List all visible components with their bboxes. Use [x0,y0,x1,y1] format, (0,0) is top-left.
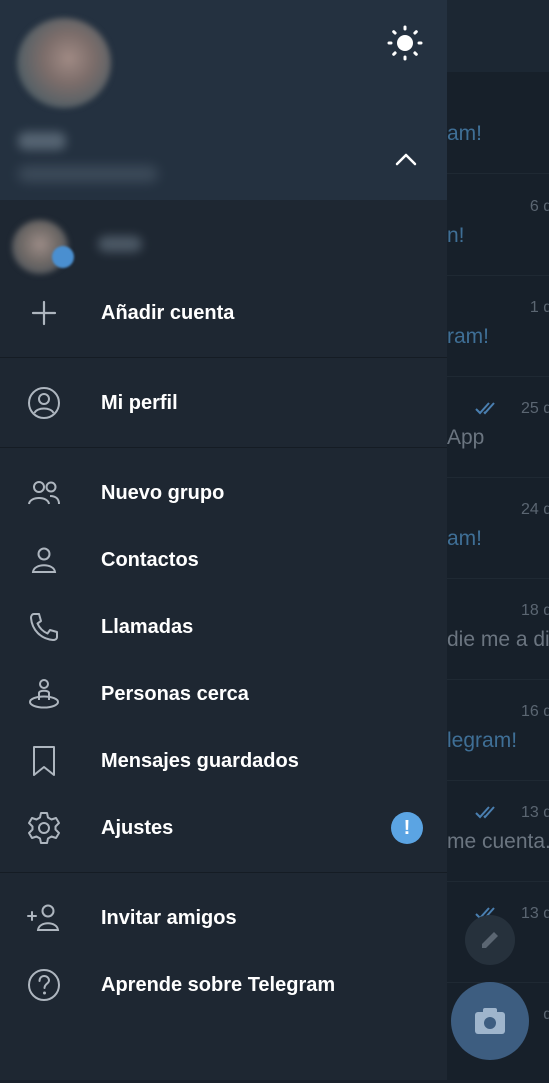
menu-item-label: Invitar amigos [101,907,237,929]
add-account-item[interactable]: Añadir cuenta [0,280,447,346]
profile-avatar[interactable] [17,18,111,108]
secondary-account-row[interactable] [0,200,447,290]
menu-item-label: Mensajes guardados [101,750,299,772]
chat-snippet: me cuenta. [447,830,549,853]
chat-snippet: ram! [447,325,489,348]
chat-row[interactable]: 1 de ram! [447,275,549,377]
chat-snippet: am! [447,527,483,550]
chat-row[interactable]: 25 de App [447,376,549,478]
add-person-icon [27,904,60,931]
divider [0,447,447,448]
menu-item-telegram-faq[interactable]: Aprende sobre Telegram [0,952,447,1018]
chat-date: 16 de [520,703,549,720]
chat-row[interactable]: c am! [447,72,549,174]
plus-icon [31,300,57,326]
pencil-icon [482,932,498,948]
menu-item-settings[interactable]: Ajustes ! [0,795,447,861]
menu-item-label: Nuevo grupo [101,482,225,504]
person-icon [31,547,57,573]
chat-row[interactable]: 6 de n! [447,174,549,276]
phone-icon [30,613,58,641]
chat-date: de [543,1006,549,1023]
menu-item-label: Aprende sobre Telegram [101,974,336,996]
camera-icon [475,1008,505,1034]
my-profile-item[interactable]: Mi perfil [0,370,447,436]
menu-item-label: Ajustes [101,817,174,839]
chat-date: 1 de [529,299,549,316]
chat-date: 18 de [520,602,549,619]
chat-row[interactable]: 13 de me cuenta. [447,780,549,882]
chat-date: 13 de [520,905,549,922]
chat-date: 24 de [520,501,549,518]
divider [0,872,447,873]
new-message-button[interactable] [465,915,515,965]
active-account-check-icon [52,246,74,268]
profile-circle-icon [28,387,60,419]
people-nearby-icon [29,679,59,709]
chat-row[interactable]: 18 de die me a di [447,578,549,680]
chat-snippet: am! [447,122,483,145]
chat-snippet: legram! [447,729,518,752]
chat-row[interactable]: 16 de legram! [447,679,549,781]
secondary-account-name-blurred [98,236,142,252]
menu-item-calls[interactable]: Llamadas [0,594,447,660]
add-account-label: Añadir cuenta [101,302,235,324]
my-profile-label: Mi perfil [101,392,178,414]
chat-row[interactable]: 24 de am! [447,477,549,579]
menu-item-contacts[interactable]: Contactos [0,527,447,593]
drawer-header [0,0,447,200]
gear-icon [28,812,60,844]
chat-date: 25 de [520,400,549,417]
navigation-drawer: Añadir cuenta Mi perfil Nuevo grupo Cont… [0,0,447,1080]
chat-snippet: n! [447,224,465,247]
menu-item-people-nearby[interactable]: Personas cerca [0,661,447,727]
group-icon [28,481,60,505]
menu-item-invite-friends[interactable]: Invitar amigos [0,885,447,951]
double-check-icon [475,402,495,415]
double-check-icon [475,806,495,819]
chevron-up-icon[interactable] [392,145,420,173]
bookmark-icon [33,746,55,776]
menu-item-label: Llamadas [101,616,194,638]
menu-item-saved-messages[interactable]: Mensajes guardados [0,728,447,794]
chat-date: 13 de [520,804,549,821]
settings-alert-badge: ! [391,812,423,844]
chat-snippet: App [447,426,485,449]
menu-item-new-group[interactable]: Nuevo grupo [0,460,447,526]
menu-item-label: Contactos [101,549,199,571]
menu-item-label: Personas cerca [101,683,249,705]
theme-toggle-sun-icon[interactable] [387,25,423,61]
camera-button[interactable] [451,982,529,1060]
chat-snippet: die me a di [447,628,549,651]
account-phone-blurred [18,166,158,182]
help-icon [28,969,60,1001]
divider [0,357,447,358]
chat-date: 6 de [529,198,549,215]
account-name-blurred [18,132,66,150]
